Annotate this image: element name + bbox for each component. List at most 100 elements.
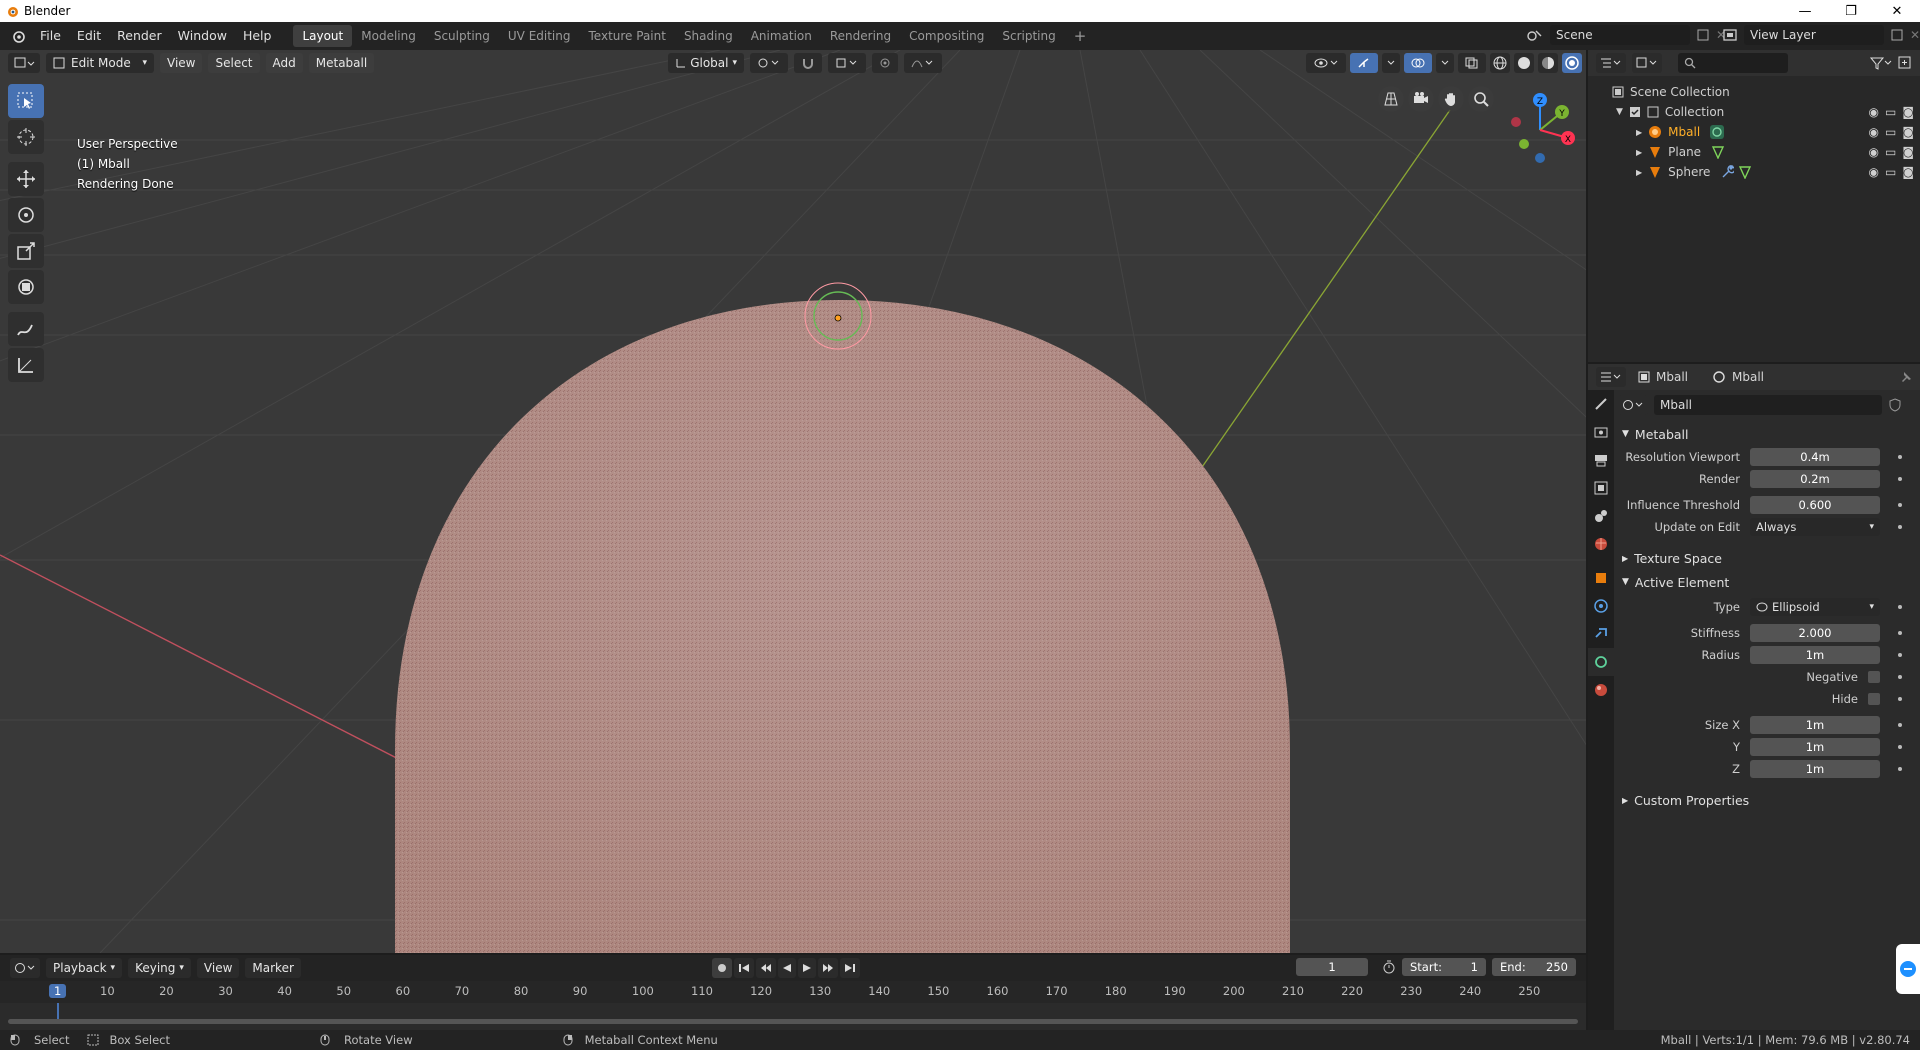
outliner-item-plane[interactable]: ▶ Plane ◉ ▭ ◙ <box>1588 142 1920 162</box>
proportional-edit-toggle[interactable] <box>872 53 898 73</box>
collection-checkbox[interactable] <box>1629 106 1641 118</box>
display-mode-dropdown[interactable] <box>1632 53 1662 73</box>
scene-icon[interactable] <box>1526 27 1544 43</box>
filter-icon[interactable] <box>1870 56 1892 70</box>
tab-sculpting[interactable]: Sculpting <box>425 25 499 47</box>
play-reverse-button[interactable] <box>778 958 796 978</box>
render-tab-icon[interactable] <box>1588 418 1614 446</box>
play-button[interactable] <box>798 958 816 978</box>
menu-render[interactable]: Render <box>109 22 170 50</box>
shading-rendered[interactable] <box>1562 53 1582 73</box>
playback-menu[interactable]: Playback ▾ <box>46 958 123 978</box>
keyframe-dot[interactable] <box>1898 503 1902 507</box>
delete-view-layer-icon[interactable]: ✕ <box>1910 28 1920 42</box>
eye-icon[interactable]: ◉ <box>1869 165 1879 179</box>
monitor-icon[interactable]: ▭ <box>1885 145 1896 159</box>
add-workspace-button[interactable]: + <box>1065 25 1096 47</box>
monitor-icon[interactable]: ▭ <box>1885 125 1896 139</box>
menu-add[interactable]: Add <box>265 53 303 73</box>
frame-ruler[interactable]: 1 10 20 30 40 50 60 70 80 90 100 110 120 130 140 150 160… <box>0 981 1586 1003</box>
timeline-view-menu[interactable]: View <box>196 958 240 978</box>
rotate-tool[interactable] <box>8 198 44 232</box>
shading-wireframe[interactable] <box>1490 53 1510 73</box>
object-tab-icon[interactable] <box>1588 564 1614 592</box>
influence-threshold-field[interactable]: 0.600 <box>1750 496 1880 514</box>
annotate-tool[interactable] <box>8 312 44 346</box>
radius-field[interactable]: 1m <box>1750 646 1880 664</box>
keyframe-dot[interactable] <box>1898 723 1902 727</box>
blender-menu-icon[interactable] <box>4 29 32 43</box>
timeline-editor-type[interactable] <box>10 958 40 978</box>
stiffness-field[interactable]: 2.000 <box>1750 624 1880 642</box>
scene-tab-icon[interactable] <box>1588 502 1614 530</box>
current-frame-field[interactable]: 1 <box>1296 958 1368 976</box>
data-tab-icon[interactable] <box>1588 648 1614 676</box>
keyframe-dot[interactable] <box>1898 455 1902 459</box>
menu-help[interactable]: Help <box>235 22 280 50</box>
metaball-section-header[interactable]: ▼ Metaball <box>1618 422 1918 446</box>
marker-menu[interactable]: Marker <box>245 958 301 978</box>
tab-shading[interactable]: Shading <box>675 25 742 47</box>
overlays-dropdown[interactable] <box>1436 53 1454 73</box>
scale-tool[interactable] <box>8 234 44 268</box>
expand-icon[interactable]: ▶ <box>1636 148 1642 157</box>
maximize-button[interactable]: ❐ <box>1828 0 1874 22</box>
metaball-data-icon[interactable] <box>1710 125 1725 139</box>
frame-end-field[interactable]: End: 250 <box>1492 958 1576 976</box>
outliner-item-sphere[interactable]: ▶ Sphere ◉ ▭ ◙ <box>1588 162 1920 182</box>
tab-scripting[interactable]: Scripting <box>993 25 1064 47</box>
scene-name-field[interactable]: Scene <box>1550 25 1690 45</box>
zoom-view-button[interactable] <box>1468 86 1494 112</box>
menu-metaball[interactable]: Metaball <box>308 53 375 73</box>
keying-menu[interactable]: Keying ▾ <box>128 958 191 978</box>
view-layer-icon[interactable] <box>1722 28 1738 42</box>
menu-select[interactable]: Select <box>208 53 260 73</box>
collection-row[interactable]: ▼ Collection ◉ ▭ ◙ <box>1588 102 1920 122</box>
stopwatch-icon[interactable] <box>1382 960 1396 974</box>
outliner-editor-type[interactable] <box>1596 53 1626 73</box>
tab-texture-paint[interactable]: Texture Paint <box>580 25 675 47</box>
tab-animation[interactable]: Animation <box>742 25 821 47</box>
update-on-edit-dropdown[interactable]: Always ▾ <box>1750 518 1880 536</box>
keyframe-dot[interactable] <box>1898 745 1902 749</box>
menu-file[interactable]: File <box>32 22 69 50</box>
size-y-field[interactable]: 1m <box>1750 738 1880 756</box>
resolution-viewport-field[interactable]: 0.4m <box>1750 448 1880 466</box>
menu-view[interactable]: View <box>160 53 203 73</box>
keyframe-dot[interactable] <box>1898 675 1902 679</box>
tab-compositing[interactable]: Compositing <box>900 25 993 47</box>
tab-modeling[interactable]: Modeling <box>352 25 425 47</box>
keyframe-dot[interactable] <box>1898 697 1902 701</box>
new-scene-icon[interactable] <box>1696 28 1710 42</box>
mode-dropdown[interactable]: Edit Mode ▾ <box>46 53 154 73</box>
minimize-button[interactable]: — <box>1782 0 1828 22</box>
toggle-camera-view-button[interactable] <box>1378 86 1404 112</box>
camera-render-icon[interactable]: ◙ <box>1902 105 1914 119</box>
texture-space-section-header[interactable]: ▶ Texture Space <box>1618 546 1918 570</box>
menu-edit[interactable]: Edit <box>69 22 109 50</box>
keyframe-dot[interactable] <box>1898 631 1902 635</box>
camera-view-button[interactable] <box>1408 86 1434 112</box>
keyframe-dot[interactable] <box>1898 605 1902 609</box>
view-layer-tab-icon[interactable] <box>1588 474 1614 502</box>
output-tab-icon[interactable] <box>1588 446 1614 474</box>
outliner-item-mball[interactable]: ▶ Mball ◉ ▭ ◙ <box>1588 122 1920 142</box>
select-box-tool[interactable] <box>8 84 44 118</box>
snap-toggle[interactable] <box>794 53 822 73</box>
tab-rendering[interactable]: Rendering <box>821 25 900 47</box>
move-tool[interactable] <box>8 162 44 196</box>
material-tab-icon[interactable] <box>1588 676 1614 704</box>
3d-viewport[interactable]: Edit Mode ▾ View Select Add Metaball Glo… <box>0 50 1586 953</box>
scene-collection-row[interactable]: Scene Collection <box>1588 82 1920 102</box>
eye-icon[interactable]: ◉ <box>1869 105 1879 119</box>
constraints-tab-icon[interactable] <box>1588 620 1614 648</box>
camera-render-icon[interactable]: ◙ <box>1902 165 1914 179</box>
custom-properties-section-header[interactable]: ▶ Custom Properties <box>1618 788 1918 812</box>
proportional-falloff-dropdown[interactable] <box>904 53 942 73</box>
side-help-button[interactable] <box>1896 944 1920 994</box>
tool-tab-icon[interactable] <box>1588 390 1614 418</box>
keyframe-dot[interactable] <box>1898 525 1902 529</box>
datablock-browse[interactable] <box>1618 395 1648 415</box>
orientation-gizmo[interactable]: Z Y X <box>1500 86 1580 166</box>
world-tab-icon[interactable] <box>1588 530 1614 558</box>
